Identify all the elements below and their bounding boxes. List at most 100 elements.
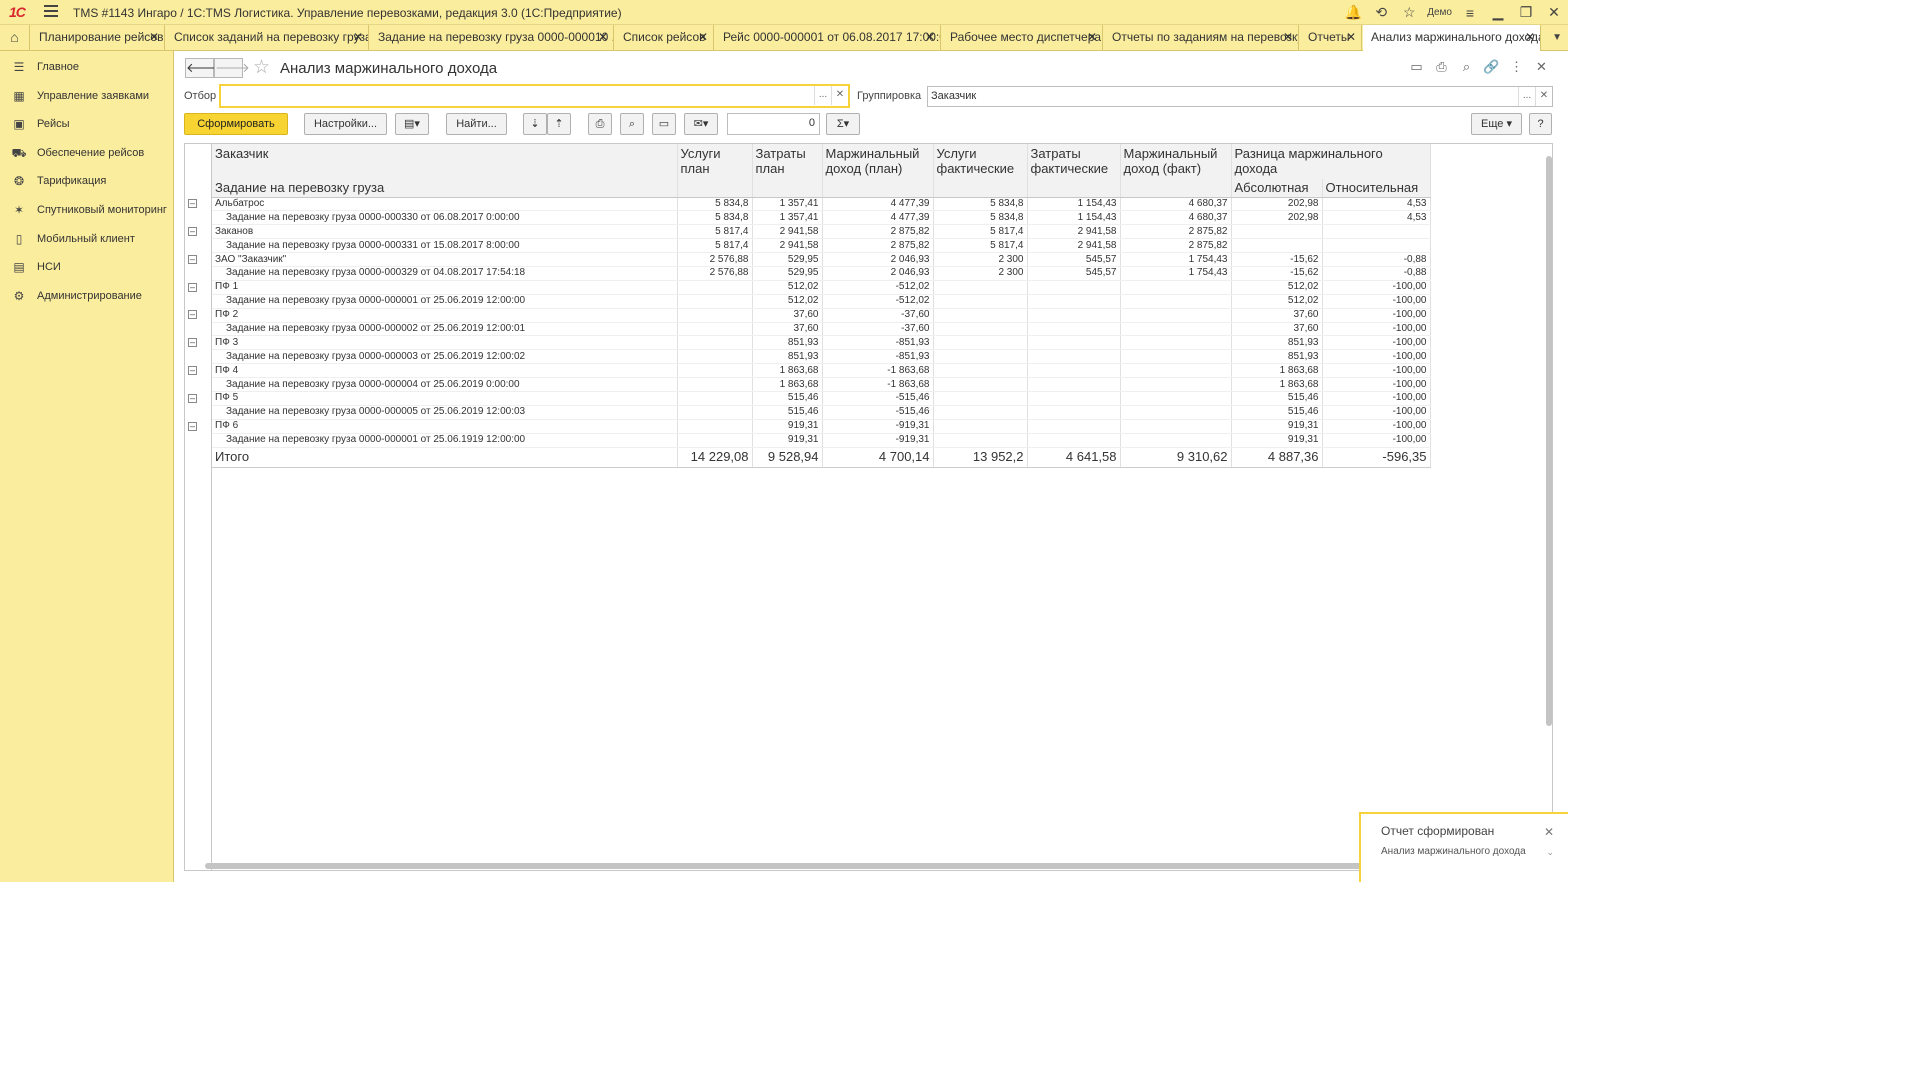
tab-task-reports[interactable]: Отчеты по заданиям на перевозку ✕ (1104, 25, 1299, 50)
print-icon[interactable]: ⎙ (1429, 59, 1454, 75)
customer-row[interactable]: ПФ 6 919,31 -919,31 919,31 -100,00 (212, 419, 1431, 434)
history-icon[interactable]: ⟲ (1367, 4, 1395, 21)
close-tab-icon[interactable]: ✕ (353, 25, 363, 50)
close-tab-icon[interactable]: ✕ (149, 25, 159, 50)
collapse-group-icon[interactable]: – (188, 394, 197, 403)
vertical-scrollbar[interactable] (1546, 156, 1552, 726)
sidebar-item-tariffs[interactable]: ❂ Тарификация (0, 167, 173, 196)
task-row[interactable]: Задание на перевозку груза 0000-000331 о… (212, 238, 1431, 254)
sidebar-item-main[interactable]: ☰ Главное (0, 53, 173, 82)
collapse-group-icon[interactable]: – (188, 422, 197, 431)
collapse-group-icon[interactable]: – (188, 366, 197, 375)
collapse-group-icon[interactable]: – (188, 283, 197, 292)
user-name[interactable]: Демо (1423, 7, 1456, 18)
sum-mode-button[interactable]: Σ▾ (826, 113, 860, 135)
customer-row[interactable]: ПФ 3 851,93 -851,93 851,93 -100,00 (212, 335, 1431, 351)
grouping-clear-button[interactable]: ✕ (1535, 87, 1552, 106)
tab-task-0000-000010[interactable]: Задание на перевозку груза 0000-000010 .… (370, 25, 614, 50)
close-tab-icon[interactable]: ✕ (925, 25, 935, 50)
task-row[interactable]: Задание на перевозку груза 0000-000001 о… (212, 433, 1431, 448)
grouping-input[interactable]: Заказчик ... ✕ (927, 86, 1553, 107)
save-report-button[interactable]: ▭ (652, 113, 676, 135)
expand-groups-button[interactable]: ⇣ (523, 113, 547, 135)
filter-input[interactable]: ... ✕ (219, 84, 850, 108)
collapse-group-icon[interactable]: – (188, 338, 197, 347)
customer-row[interactable]: ЗАО "Заказчик" 2 576,88 529,95 2 046,93 2 30… (212, 252, 1431, 267)
close-tab-icon[interactable]: ✕ (1525, 25, 1535, 50)
tab-task-list[interactable]: Список заданий на перевозку груза ✕ (166, 25, 369, 50)
print-button[interactable]: ⎙ (588, 113, 612, 135)
variant-menu-button[interactable]: ▤▾ (395, 113, 429, 135)
home-icon[interactable]: ⌂ (0, 25, 30, 50)
close-form-icon[interactable]: ✕ (1529, 59, 1554, 75)
forward-button[interactable]: 🡒 (214, 58, 250, 78)
grouping-select-button[interactable]: ... (1518, 87, 1535, 106)
sidebar-item-orders[interactable]: ▦ Управление заявками (0, 82, 173, 111)
settings-menu-icon[interactable]: ≡ (1456, 5, 1484, 21)
filter-clear-button[interactable]: ✕ (831, 86, 848, 105)
task-row[interactable]: Задание на перевозку груза 0000-000001 о… (212, 294, 1431, 309)
filter-select-button[interactable]: ... (814, 86, 831, 105)
horizontal-scrollbar[interactable] (205, 863, 1545, 869)
close-tab-icon[interactable]: ✕ (698, 25, 708, 50)
tab-trip-planning[interactable]: Планирование рейсов ✕ (31, 25, 165, 50)
preview-icon[interactable]: ⌕ (1454, 59, 1479, 75)
settings-button[interactable]: Настройки... (304, 113, 387, 135)
tab-dispatcher-workplace[interactable]: Рабочее место диспетчера ✕ (942, 25, 1103, 50)
notification-expand-icon[interactable]: ⌄ (1546, 847, 1554, 858)
notification-body[interactable]: Анализ маржинального дохода (1381, 846, 1531, 858)
more-button[interactable]: Еще ▾ (1471, 113, 1522, 135)
tab-margin-analysis[interactable]: Анализ маржинального дохода ✕ (1363, 25, 1541, 51)
link-icon[interactable]: 🔗 (1479, 59, 1504, 75)
close-tab-icon[interactable]: ✕ (1087, 25, 1097, 50)
task-row[interactable]: Задание на перевозку груза 0000-000329 о… (212, 266, 1431, 281)
send-mail-button[interactable]: ✉▾ (684, 113, 718, 135)
star-icon[interactable]: ☆ (1395, 4, 1423, 21)
sidebar-item-nsi[interactable]: ▤ НСИ (0, 253, 173, 282)
customer-row[interactable]: ПФ 41 863,68 -1 863,68 1 863,68 -100,00 (212, 363, 1431, 379)
back-button[interactable]: 🡐 (185, 58, 221, 78)
sidebar-item-admin[interactable]: ⚙ Администрирование (0, 282, 173, 311)
report-spreadsheet[interactable]: – – – – – – – – – Заказчик Услуги план З… (184, 143, 1553, 871)
favorite-star-icon[interactable]: ☆ (253, 56, 270, 79)
collapse-group-icon[interactable]: – (188, 255, 197, 264)
help-button[interactable]: ? (1529, 113, 1552, 135)
task-row[interactable]: Задание на перевозку груза 0000-000002 о… (212, 322, 1431, 337)
minimize-icon[interactable]: ▁ (1484, 4, 1512, 21)
more-vert-icon[interactable]: ⋮ (1504, 59, 1529, 75)
close-tab-icon[interactable]: ✕ (598, 25, 608, 50)
collapse-groups-button[interactable]: ⇡ (547, 113, 571, 135)
tab-trip-list[interactable]: Список рейсов ✕ (615, 25, 714, 50)
sidebar-item-mobile[interactable]: ▯ Мобильный клиент (0, 225, 173, 254)
collapse-group-icon[interactable]: – (188, 310, 197, 319)
restore-icon[interactable]: ❐ (1512, 4, 1540, 21)
collapse-group-icon[interactable]: – (188, 227, 197, 236)
collapse-group-icon[interactable]: – (188, 199, 197, 208)
task-row[interactable]: Задание на перевозку груза 0000-000004 о… (212, 377, 1431, 392)
sum-value-field[interactable]: 0 (727, 113, 820, 135)
customer-row[interactable]: ПФ 1 512,02 -512,02 512,02 -100,00 (212, 280, 1431, 295)
customer-row[interactable]: Заканов 5 817,4 2 941,58 2 875,82 5 817,4 2 9… (212, 224, 1431, 240)
sidebar-item-trips[interactable]: ▣ Рейсы (0, 110, 173, 139)
close-tab-icon[interactable]: ✕ (1346, 25, 1356, 50)
save-icon[interactable]: ▭ (1404, 59, 1429, 75)
bell-icon[interactable]: 🔔 (1339, 4, 1367, 21)
main-menu-icon[interactable] (44, 5, 58, 17)
tabs-more-icon[interactable]: ▼ (1552, 25, 1562, 50)
close-tab-icon[interactable]: ✕ (1283, 25, 1293, 50)
total-row[interactable]: Итого 14 229,08 9 528,94 4 700,14 13 952,2 4 … (212, 446, 1431, 468)
tab-reports[interactable]: Отчеты ✕ (1300, 25, 1362, 50)
sidebar-item-satellite[interactable]: ✶ Спутниковый мониторинг (0, 196, 173, 225)
task-row[interactable]: Задание на перевозку груза 0000-000005 о… (212, 405, 1431, 420)
customer-row[interactable]: Альбатрос 5 834,8 1 357,41 4 477,39 5 834,8 1… (212, 197, 1431, 212)
tab-trip-0000-000001[interactable]: Рейс 0000-000001 от 06.08.2017 17:00:00 ✕ (715, 25, 941, 50)
find-button[interactable]: Найти... (446, 113, 507, 135)
close-window-icon[interactable]: ✕ (1540, 4, 1568, 21)
task-row[interactable]: Задание на перевозку груза 0000-000003 о… (212, 349, 1431, 365)
generate-button[interactable]: Сформировать (184, 113, 288, 135)
sidebar-item-trip-support[interactable]: ⛟ Обеспечение рейсов (0, 139, 173, 168)
customer-row[interactable]: ПФ 2 37,60 -37,60 37,60 -100,00 (212, 308, 1431, 323)
close-notification-icon[interactable]: ✕ (1544, 825, 1554, 839)
task-row[interactable]: Задание на перевозку груза 0000-000330 о… (212, 210, 1431, 226)
preview-button[interactable]: ⌕ (620, 113, 644, 135)
